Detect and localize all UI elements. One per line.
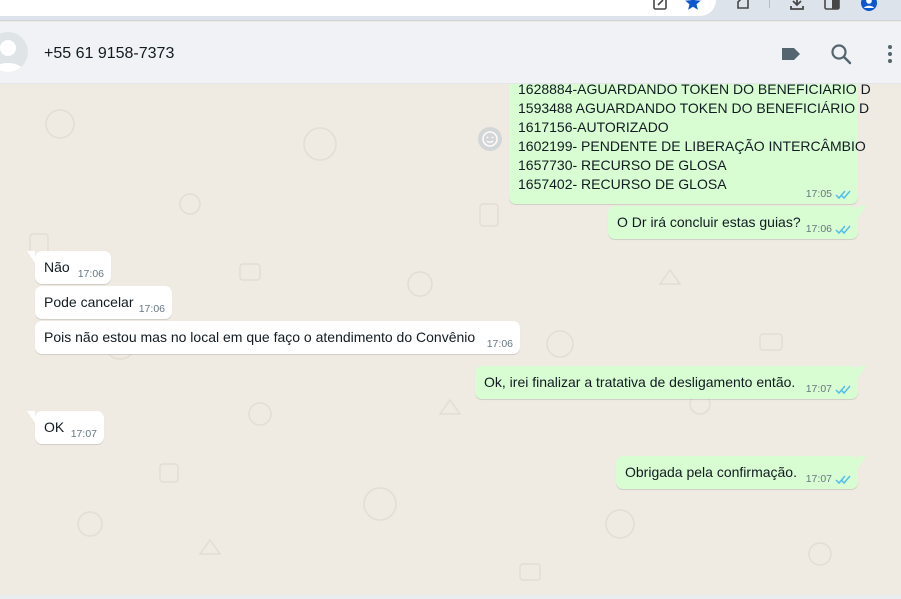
- contact-avatar[interactable]: [0, 32, 28, 72]
- message-time: 17:07: [805, 473, 832, 485]
- message-meta: 17:06: [487, 338, 513, 350]
- message-time: 17:05: [805, 188, 832, 200]
- incoming-message[interactable]: Pode cancelar 17:06: [35, 286, 172, 319]
- emoji-reaction-button[interactable]: [478, 127, 502, 151]
- bookmark-star-icon[interactable]: [684, 0, 702, 12]
- message-meta: 17:07: [71, 428, 97, 440]
- emoji-reaction-icon: [482, 131, 498, 147]
- label-icon[interactable]: [779, 42, 803, 66]
- profile-avatar-icon[interactable]: [860, 0, 878, 12]
- message-time: 17:07: [805, 383, 832, 395]
- message-line: 1657730- RECURSO DE GLOSA: [518, 157, 727, 173]
- bubble-tail: [27, 251, 35, 263]
- message-time: 17:06: [77, 268, 104, 280]
- message-text: Pois não estou mas no local em que faço …: [44, 329, 476, 345]
- message-meta: 17:06: [806, 223, 851, 235]
- double-check-icon: [835, 385, 851, 394]
- message-text: 1628884-AGUARDANDO TOKEN DO BENEFICIÁRIO…: [518, 84, 871, 194]
- message-text: Pode cancelar: [44, 294, 134, 310]
- composer-edge: [0, 595, 901, 599]
- message-text: Obrigada pela confirmação.: [625, 464, 797, 480]
- bubble-tail: [858, 366, 866, 378]
- message-time: 17:06: [486, 338, 513, 350]
- message-list[interactable]: 1628884-AGUARDANDO TOKEN DO BENEFICIÁRIO…: [0, 84, 901, 599]
- incoming-message[interactable]: OK 17:07: [27, 411, 104, 444]
- message-meta: 17:07: [806, 473, 851, 485]
- bubble-tail: [858, 206, 866, 218]
- outgoing-message[interactable]: O Dr irá concluir estas guias? 17:06: [608, 206, 866, 239]
- message-line: 1593488 AGUARDANDO TOKEN DO BENEFICIÁRIO…: [518, 100, 870, 116]
- chat-header: +55 61 9158-7373: [0, 22, 901, 84]
- address-bar[interactable]: [0, 0, 716, 16]
- message-line: 1602199- PENDENTE DE LIBERAÇÃO INTERCÂMB…: [518, 138, 866, 154]
- message-meta: 17:05: [806, 188, 851, 200]
- message-meta: 17:06: [78, 268, 104, 280]
- open-in-app-icon[interactable]: [651, 0, 669, 12]
- message-time: 17:06: [138, 303, 165, 315]
- double-check-icon: [835, 190, 851, 199]
- message-line: 1617156-AUTORIZADO: [518, 119, 669, 135]
- extensions-icon[interactable]: [734, 0, 752, 12]
- side-panel-icon[interactable]: [823, 0, 841, 12]
- message-line: 1628884-AGUARDANDO TOKEN DO BENEFICIÁRIO…: [518, 84, 871, 97]
- bubble-tail: [27, 411, 35, 423]
- message-text: Não: [44, 259, 70, 275]
- more-vert-icon[interactable]: [880, 42, 901, 66]
- incoming-message[interactable]: Pois não estou mas no local em que faço …: [35, 321, 520, 354]
- message-time: 17:06: [805, 223, 832, 235]
- message-time: 17:07: [70, 428, 97, 440]
- default-avatar-icon: [0, 40, 24, 72]
- bubble-tail: [858, 456, 866, 468]
- outgoing-message[interactable]: Ok, irei finalizar a tratativa de deslig…: [475, 366, 866, 399]
- message-meta: 17:07: [806, 383, 851, 395]
- download-icon[interactable]: [788, 0, 806, 12]
- double-check-icon: [835, 475, 851, 484]
- outgoing-message[interactable]: 1628884-AGUARDANDO TOKEN DO BENEFICIÁRIO…: [509, 84, 871, 204]
- double-check-icon: [835, 225, 851, 234]
- search-icon[interactable]: [829, 42, 853, 66]
- message-text: O Dr irá concluir estas guias?: [617, 214, 801, 230]
- contact-name[interactable]: +55 61 9158-7373: [44, 45, 174, 63]
- outgoing-message[interactable]: Obrigada pela confirmação. 17:07: [616, 456, 866, 489]
- message-text: OK: [44, 419, 65, 435]
- incoming-message[interactable]: Não 17:06: [27, 251, 111, 284]
- browser-toolbar: [0, 0, 901, 21]
- message-meta: 17:06: [139, 303, 165, 315]
- toolbar-divider: [769, 0, 770, 8]
- message-text: Ok, irei finalizar a tratativa de deslig…: [484, 374, 796, 390]
